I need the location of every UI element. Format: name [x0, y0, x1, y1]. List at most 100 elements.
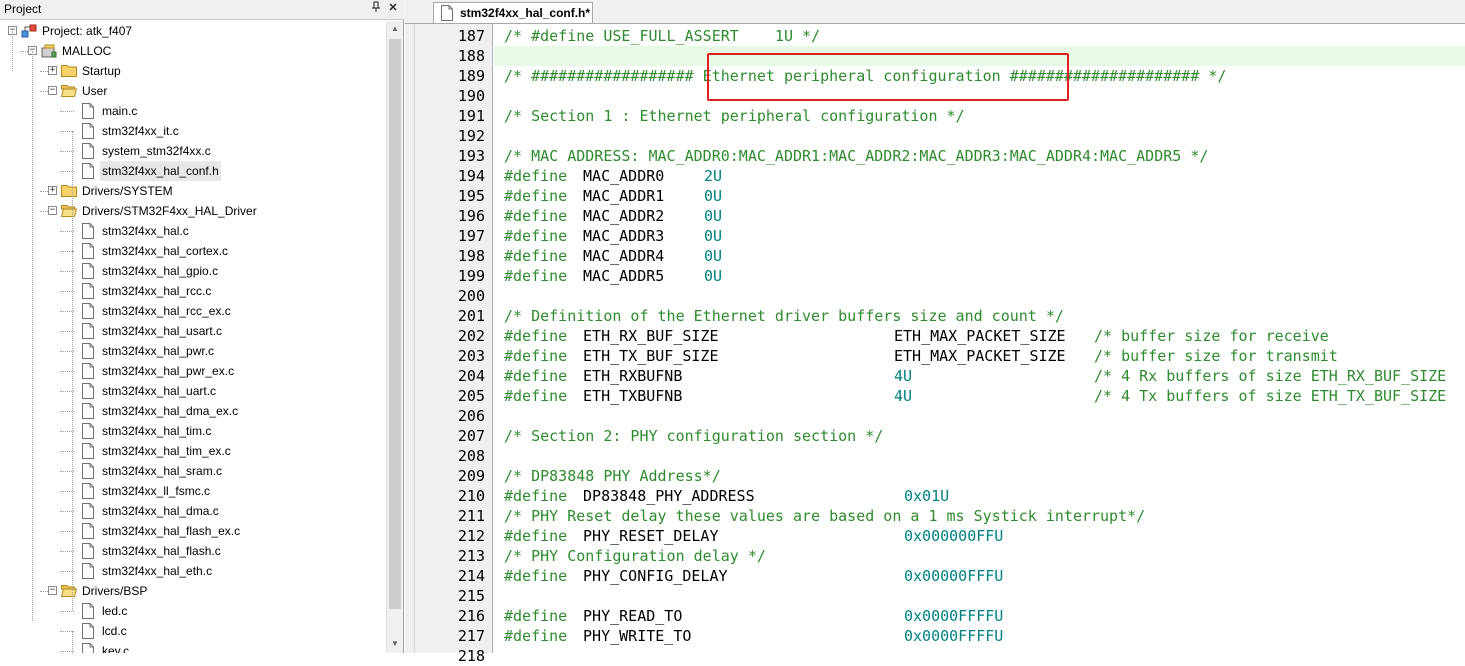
- code-line[interactable]: #define MAC_ADDR4 0U: [494, 246, 1465, 266]
- line-number: 188: [457, 47, 485, 65]
- code-number: 0U: [704, 267, 723, 285]
- tree-item-label: stm32f4xx_hal_cortex.c: [102, 244, 229, 258]
- tree-file-item[interactable]: main.c: [0, 101, 386, 121]
- code-view[interactable]: /* #define USE_FULL_ASSERT 1U */ /* #####…: [494, 24, 1465, 653]
- code-editor[interactable]: 187 188 189 190 191 192 193 194 195 196 197 198 199 2…: [405, 24, 1465, 665]
- tree-file-item[interactable]: stm32f4xx_hal_eth.c: [0, 561, 386, 581]
- code-line[interactable]: /* Section 2: PHY configuration section …: [494, 426, 1465, 446]
- code-comment: /* buffer size for transmit: [1094, 347, 1338, 365]
- tree-file-item[interactable]: stm32f4xx_it.c: [0, 121, 386, 141]
- tree-file-item[interactable]: stm32f4xx_hal_pwr.c: [0, 341, 386, 361]
- code-identifier: MAC_ADDR5: [574, 267, 665, 285]
- code-identifier: ETH_TX_BUF_SIZE: [574, 347, 719, 365]
- tree-file-item[interactable]: stm32f4xx_hal_gpio.c: [0, 261, 386, 281]
- code-line[interactable]: #define DP83848_PHY_ADDRESS 0x01U: [494, 486, 1465, 506]
- tree-file-item[interactable]: stm32f4xx_hal_flash_ex.c: [0, 521, 386, 541]
- tree-file-item[interactable]: stm32f4xx_hal_dma.c: [0, 501, 386, 521]
- expand-icon[interactable]: +: [48, 186, 57, 195]
- code-line[interactable]: #define MAC_ADDR5 0U: [494, 266, 1465, 286]
- line-number: 204: [457, 367, 485, 385]
- code-line[interactable]: #define ETH_RXBUFNB 4U /* 4 Rx buffers of …: [494, 366, 1465, 386]
- code-line[interactable]: /* PHY Reset delay these values are base…: [494, 506, 1465, 526]
- tree-file-item[interactable]: stm32f4xx_hal_rcc_ex.c: [0, 301, 386, 321]
- code-line[interactable]: /* PHY Configuration delay */: [494, 546, 1465, 566]
- code-line[interactable]: #define MAC_ADDR3 0U: [494, 226, 1465, 246]
- code-line[interactable]: [494, 86, 1465, 106]
- scrollbar-thumb[interactable]: [389, 39, 401, 609]
- code-line[interactable]: #define MAC_ADDR2 0U: [494, 206, 1465, 226]
- code-comment: /* buffer size for receive: [1094, 327, 1329, 345]
- tree-file-item[interactable]: stm32f4xx_hal_usart.c: [0, 321, 386, 341]
- code-line[interactable]: [494, 286, 1465, 306]
- code-line[interactable]: /* #define USE_FULL_ASSERT 1U */: [494, 26, 1465, 46]
- tree-item-label: stm32f4xx_hal_tim_ex.c: [102, 444, 231, 458]
- code-line[interactable]: /* MAC ADDRESS: MAC_ADDR0:MAC_ADDR1:MAC_…: [494, 146, 1465, 166]
- tree-item-label: User: [82, 84, 108, 98]
- project-icon: [21, 23, 37, 39]
- code-identifier: MAC_ADDR1: [574, 187, 665, 205]
- code-line[interactable]: [494, 406, 1465, 426]
- code-line[interactable]: [494, 46, 1465, 66]
- tree-file-item[interactable]: stm32f4xx_hal_conf.h: [0, 161, 386, 181]
- code-directive: #define: [504, 347, 568, 365]
- tree-item-label: Project: atk_f407: [42, 24, 133, 38]
- tree-file-item[interactable]: stm32f4xx_hal_tim_ex.c: [0, 441, 386, 461]
- tree-file-item[interactable]: stm32f4xx_hal_flash.c: [0, 541, 386, 561]
- tree-file-item[interactable]: stm32f4xx_ll_fsmc.c: [0, 481, 386, 501]
- scroll-up-arrow-icon[interactable]: ▲: [387, 21, 403, 37]
- code-line[interactable]: #define PHY_CONFIG_DELAY 0x00000FFFU: [494, 566, 1465, 586]
- tree-project-item[interactable]: − Project: atk_f407: [0, 21, 386, 41]
- code-line[interactable]: /* DP83848 PHY Address*/: [494, 466, 1465, 486]
- code-line[interactable]: #define PHY_RESET_DELAY 0x000000FFU: [494, 526, 1465, 546]
- tree-file-item[interactable]: lcd.c: [0, 621, 386, 641]
- code-line[interactable]: [494, 646, 1465, 653]
- pin-icon[interactable]: [368, 1, 384, 17]
- tree-file-item[interactable]: stm32f4xx_hal_sram.c: [0, 461, 386, 481]
- tree-target-item[interactable]: − MALLOC: [0, 41, 386, 61]
- file-icon: [81, 423, 97, 439]
- tree-file-item[interactable]: led.c: [0, 601, 386, 621]
- tree-file-item[interactable]: system_stm32f4xx.c: [0, 141, 386, 161]
- code-line[interactable]: [494, 126, 1465, 146]
- collapse-icon[interactable]: −: [48, 586, 57, 595]
- code-line[interactable]: #define PHY_WRITE_TO 0x0000FFFFU: [494, 626, 1465, 646]
- tree-folder-item[interactable]: − Drivers/STM32F4xx_HAL_Driver: [0, 201, 386, 221]
- code-number: 0x000000FFU: [904, 527, 1004, 545]
- code-line[interactable]: /* Section 1 : Ethernet peripheral confi…: [494, 106, 1465, 126]
- tree-file-item[interactable]: stm32f4xx_hal_tim.c: [0, 421, 386, 441]
- code-line[interactable]: #define MAC_ADDR1 0U: [494, 186, 1465, 206]
- tree-file-item[interactable]: stm32f4xx_hal.c: [0, 221, 386, 241]
- scroll-down-arrow-icon[interactable]: ▼: [387, 636, 403, 652]
- collapse-icon[interactable]: −: [48, 206, 57, 215]
- tree-folder-item[interactable]: + Drivers/SYSTEM: [0, 181, 386, 201]
- tree-file-item[interactable]: stm32f4xx_hal_rcc.c: [0, 281, 386, 301]
- tree-file-item[interactable]: stm32f4xx_hal_dma_ex.c: [0, 401, 386, 421]
- code-line[interactable]: /* ################## Ethernet periphera…: [494, 66, 1465, 86]
- tree-file-item[interactable]: stm32f4xx_hal_cortex.c: [0, 241, 386, 261]
- code-line[interactable]: #define ETH_TXBUFNB 4U /* 4 Tx buffers of …: [494, 386, 1465, 406]
- code-line[interactable]: [494, 586, 1465, 606]
- tree-scrollbar[interactable]: ▲ ▼: [386, 21, 403, 653]
- code-identifier: PHY_CONFIG_DELAY: [574, 567, 728, 585]
- line-number: 194: [457, 167, 485, 185]
- code-line[interactable]: [494, 446, 1465, 466]
- code-line[interactable]: #define MAC_ADDR0 2U: [494, 166, 1465, 186]
- tree-file-item[interactable]: key.c: [0, 641, 386, 653]
- file-icon: [81, 443, 97, 459]
- folder-icon: [61, 183, 77, 199]
- tree-file-item[interactable]: stm32f4xx_hal_uart.c: [0, 381, 386, 401]
- expand-icon[interactable]: +: [48, 66, 57, 75]
- close-icon[interactable]: [385, 1, 401, 17]
- tab-stm32f4xx-hal-conf[interactable]: stm32f4xx_hal_conf.h*: [433, 2, 593, 23]
- tree-folder-item[interactable]: − User: [0, 81, 386, 101]
- tree-folder-item[interactable]: + Startup: [0, 61, 386, 81]
- tree-folder-item[interactable]: − Drivers/BSP: [0, 581, 386, 601]
- code-line[interactable]: /* Definition of the Ethernet driver buf…: [494, 306, 1465, 326]
- code-line[interactable]: #define PHY_READ_TO 0x0000FFFFU: [494, 606, 1465, 626]
- code-directive: #define: [504, 267, 568, 285]
- code-line[interactable]: #define ETH_TX_BUF_SIZE ETH_MAX_PACKET_SI…: [494, 346, 1465, 366]
- tree-file-item[interactable]: stm32f4xx_hal_pwr_ex.c: [0, 361, 386, 381]
- code-line[interactable]: #define ETH_RX_BUF_SIZE ETH_MAX_PACKET_SI…: [494, 326, 1465, 346]
- code-number: 4U: [894, 387, 913, 405]
- collapse-icon[interactable]: −: [48, 86, 57, 95]
